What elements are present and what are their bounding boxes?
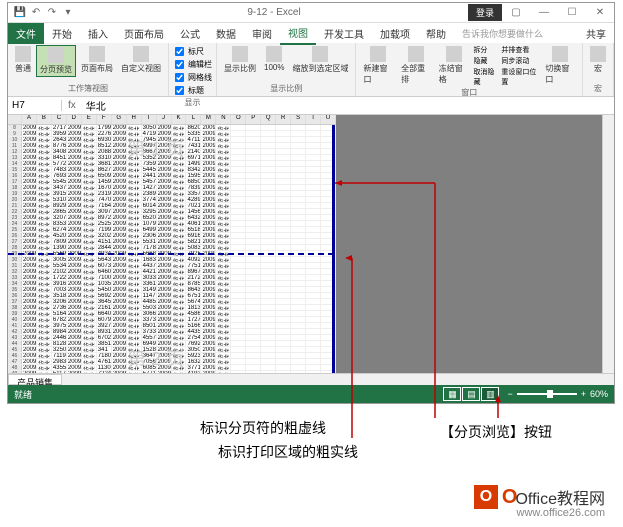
tab-page-layout[interactable]: 页面布局 xyxy=(116,23,172,44)
freeze-panes-button[interactable]: 冻结窗格 xyxy=(436,45,472,87)
tab-file[interactable]: 文件 xyxy=(8,23,44,44)
vertical-scrollbar[interactable] xyxy=(602,115,614,373)
fx-icon[interactable]: fx xyxy=(62,100,82,111)
redo-icon[interactable]: ↷ xyxy=(46,7,58,19)
tab-help[interactable]: 帮助 xyxy=(418,23,454,44)
close-icon[interactable]: ✕ xyxy=(586,3,614,23)
qat-more-icon[interactable]: ▾ xyxy=(62,7,74,19)
custom-views-button[interactable]: 自定义视图 xyxy=(118,45,164,77)
annotation-solid-line: 标识打印区域的粗实线 xyxy=(218,442,358,462)
tab-developer[interactable]: 开发工具 xyxy=(316,23,372,44)
formula-value[interactable]: 华北 xyxy=(82,98,110,113)
watermark-logo: O OOffice教程网 www.office26.com xyxy=(474,485,605,509)
page-layout-shortcut[interactable]: ▤ xyxy=(462,387,480,401)
macros-button[interactable]: 宏 xyxy=(587,45,609,75)
ribbon-tabs: 文件 开始 插入 页面布局 公式 数据 审阅 视图 开发工具 加载项 帮助 告诉… xyxy=(8,23,614,43)
view-shortcuts: ▦ ▤ ▥ xyxy=(443,387,499,401)
group-label-zoom: 显示比例 xyxy=(221,83,351,94)
arrange-all-button[interactable]: 全部重排 xyxy=(398,45,434,87)
ribbon-options-icon[interactable]: ▢ xyxy=(502,3,530,23)
ribbon-group-zoom: 显示比例 100% 缩放到选定区域 显示比例 xyxy=(217,43,356,96)
data-rows[interactable]: 82009华北271712009华北179982009华北305022009华北… xyxy=(8,125,336,373)
title-bar: 💾 ↶ ↷ ▾ 9-12 - Excel 登录 ▢ — ☐ ✕ xyxy=(8,3,614,23)
document-title: 9-12 - Excel xyxy=(80,7,468,18)
ribbon-group-views: 普通 分页预览 页面布局 自定义视图 工作簿视图 xyxy=(8,43,169,96)
annotation-page-break-button: 【分页浏览】按钮 xyxy=(440,422,552,442)
status-bar: 就绪 ▦ ▤ ▥ − + 60% xyxy=(8,385,614,403)
office-logo-icon: O xyxy=(474,485,498,509)
outside-print-area xyxy=(336,115,614,373)
horizontal-scrollbar[interactable]: 产品销售 xyxy=(8,373,614,385)
zoom-out-icon[interactable]: − xyxy=(507,389,512,399)
page-break-dashed-line[interactable] xyxy=(8,253,334,255)
formula-bar: H7 fx 华北 xyxy=(8,97,614,115)
zoom-selection-button[interactable]: 缩放到选定区域 xyxy=(289,45,351,75)
worksheet-area: ABCDEFGHIJKLMNOPQRSTU 82009华北271712009华北… xyxy=(8,115,614,385)
annotation-dashed-line: 标识分页符的粗虚线 xyxy=(200,418,326,438)
reset-position-button[interactable]: 重设窗口位置 xyxy=(501,67,540,87)
new-window-button[interactable]: 新建窗口 xyxy=(360,45,396,87)
sync-scroll-button[interactable]: 同步滚动 xyxy=(501,56,540,66)
ribbon-group-macros: 宏 宏 xyxy=(583,43,614,96)
page-break-preview-shortcut[interactable]: ▥ xyxy=(481,387,499,401)
undo-icon[interactable]: ↶ xyxy=(30,7,42,19)
tab-formulas[interactable]: 公式 xyxy=(172,23,208,44)
tab-view[interactable]: 视图 xyxy=(280,22,316,45)
page-break-preview-button[interactable]: 分页预览 xyxy=(36,45,76,77)
ribbon-group-show: 标尺 编辑栏 网格线 标题 显示 xyxy=(169,43,217,96)
zoom-slider[interactable] xyxy=(517,393,577,395)
group-label-window: 窗口 xyxy=(360,87,578,98)
unhide-button[interactable]: 取消隐藏 xyxy=(473,67,499,87)
tab-data[interactable]: 数据 xyxy=(208,23,244,44)
switch-windows-button[interactable]: 切换窗口 xyxy=(542,45,578,87)
ribbon: 普通 分页预览 页面布局 自定义视图 工作簿视图 标尺 编辑栏 网格线 标题 显… xyxy=(8,43,614,97)
group-label-macros: 宏 xyxy=(587,83,609,94)
column-headers[interactable]: ABCDEFGHIJKLMNOPQRSTU xyxy=(8,115,336,125)
tab-home[interactable]: 开始 xyxy=(44,23,80,44)
tab-addins[interactable]: 加载项 xyxy=(372,23,418,44)
ribbon-group-window: 新建窗口 全部重排 冻结窗格 拆分 隐藏 取消隐藏 并排查看 同步滚动 重设窗口… xyxy=(356,43,583,96)
formula-bar-checkbox[interactable]: 编辑栏 xyxy=(173,58,212,71)
tab-review[interactable]: 审阅 xyxy=(244,23,280,44)
normal-view-shortcut[interactable]: ▦ xyxy=(443,387,461,401)
status-ready: 就绪 xyxy=(14,388,32,401)
normal-view-button[interactable]: 普通 xyxy=(12,45,34,77)
save-icon[interactable]: 💾 xyxy=(14,7,26,19)
zoom-in-icon[interactable]: + xyxy=(581,389,586,399)
headings-checkbox[interactable]: 标题 xyxy=(173,84,212,97)
split-button[interactable]: 拆分 xyxy=(473,45,499,55)
grid[interactable]: ABCDEFGHIJKLMNOPQRSTU 82009华北271712009华北… xyxy=(8,115,336,373)
minimize-icon[interactable]: — xyxy=(530,3,558,23)
gridlines-checkbox[interactable]: 网格线 xyxy=(173,71,212,84)
tab-insert[interactable]: 插入 xyxy=(80,23,116,44)
page-layout-button[interactable]: 页面布局 xyxy=(78,45,116,77)
group-label-views: 工作簿视图 xyxy=(12,83,164,94)
zoom-control[interactable]: − + 60% xyxy=(507,389,608,399)
zoom-100-button[interactable]: 100% xyxy=(261,45,287,75)
zoom-level[interactable]: 60% xyxy=(590,389,608,399)
ruler-checkbox[interactable]: 标尺 xyxy=(173,45,212,58)
excel-window: 💾 ↶ ↷ ▾ 9-12 - Excel 登录 ▢ — ☐ ✕ 文件 开始 插入… xyxy=(7,2,615,404)
quick-access-toolbar: 💾 ↶ ↷ ▾ xyxy=(8,7,80,19)
group-label-show: 显示 xyxy=(173,97,212,108)
sheet-tab[interactable]: 产品销售 xyxy=(8,374,62,385)
hide-button[interactable]: 隐藏 xyxy=(473,56,499,66)
logo-text: Office教程网 xyxy=(515,485,605,509)
share-button[interactable]: 共享 xyxy=(578,23,614,44)
logo-url: www.office26.com xyxy=(517,507,605,519)
zoom-button[interactable]: 显示比例 xyxy=(221,45,259,75)
window-controls: ▢ — ☐ ✕ xyxy=(502,3,614,23)
login-button[interactable]: 登录 xyxy=(468,4,502,21)
tell-me[interactable]: 告诉我你想要做什么 xyxy=(454,24,551,43)
print-area-solid-line[interactable] xyxy=(332,125,335,373)
side-by-side-button[interactable]: 并排查看 xyxy=(501,45,540,55)
maximize-icon[interactable]: ☐ xyxy=(558,3,586,23)
name-box[interactable]: H7 xyxy=(8,100,62,111)
